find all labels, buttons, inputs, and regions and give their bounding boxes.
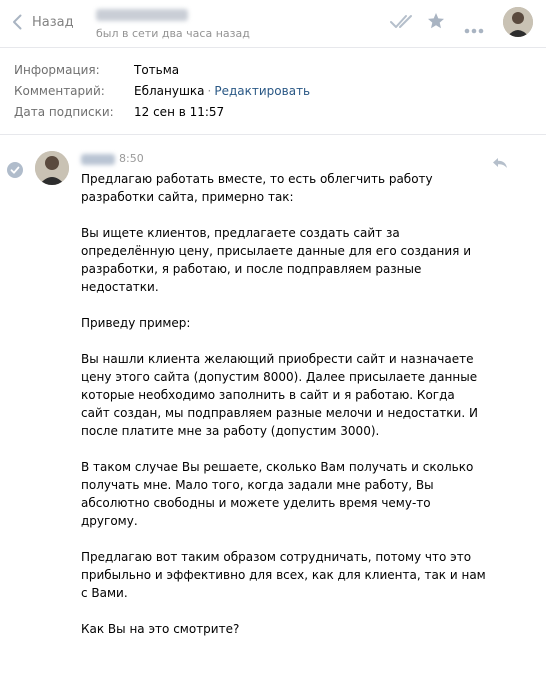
message-paragraph: Вы ищете клиентов, предлагаете создать с… (81, 226, 471, 294)
reply-icon[interactable] (492, 154, 508, 173)
info-value: Ебланушка (134, 84, 205, 98)
info-label: Дата подписки: (14, 105, 114, 119)
info-row-information: Информация: Тотьма (14, 63, 310, 84)
back-button[interactable]: Назад (12, 11, 74, 33)
contact-avatar[interactable] (503, 7, 533, 37)
chat-header: Назад был в сети два часа назад (0, 0, 546, 48)
message-select-check[interactable] (7, 162, 23, 178)
message-paragraph: Приведу пример: (81, 316, 191, 330)
message-paragraph: В таком случае Вы решаете, сколько Вам п… (81, 460, 474, 528)
edit-comment-link[interactable]: Редактировать (214, 84, 310, 105)
contact-info[interactable]: был в сети два часа назад (96, 7, 250, 40)
info-value: 12 сен в 11:57 (134, 105, 225, 119)
message-paragraph: Предлагаю вот таким образом сотрудничать… (81, 550, 486, 600)
message-paragraph: Как Вы на это смотрите? (81, 622, 240, 636)
info-row-subscription-date: Дата подписки: 12 сен в 11:57 (14, 105, 310, 126)
contact-status: был в сети два часа назад (96, 27, 250, 40)
star-icon[interactable] (427, 12, 445, 34)
info-label: Информация: (14, 63, 100, 77)
contact-details: Информация: Тотьма Комментарий: Ебланушк… (14, 63, 310, 126)
message-text: Предлагаю работать вместе, то есть облег… (81, 170, 486, 638)
message-paragraph: Предлагаю работать вместе, то есть облег… (81, 172, 433, 204)
back-chevron-icon (12, 14, 22, 30)
message-author-name-blurred[interactable] (81, 154, 115, 165)
message-paragraph: Вы нашли клиента желающий приобрести сай… (81, 352, 478, 438)
back-label: Назад (32, 14, 74, 30)
divider (0, 134, 546, 135)
info-separator: · (207, 84, 212, 98)
info-value: Тотьма (134, 63, 180, 77)
double-check-icon[interactable] (390, 13, 416, 35)
contact-name-blurred (96, 9, 188, 21)
message-time: 8:50 (119, 152, 144, 165)
message-author-avatar[interactable] (35, 151, 69, 185)
more-icon[interactable] (464, 19, 484, 38)
info-row-comment: Комментарий: Ебланушка · Редактировать (14, 84, 310, 105)
info-label: Комментарий: (14, 84, 105, 98)
